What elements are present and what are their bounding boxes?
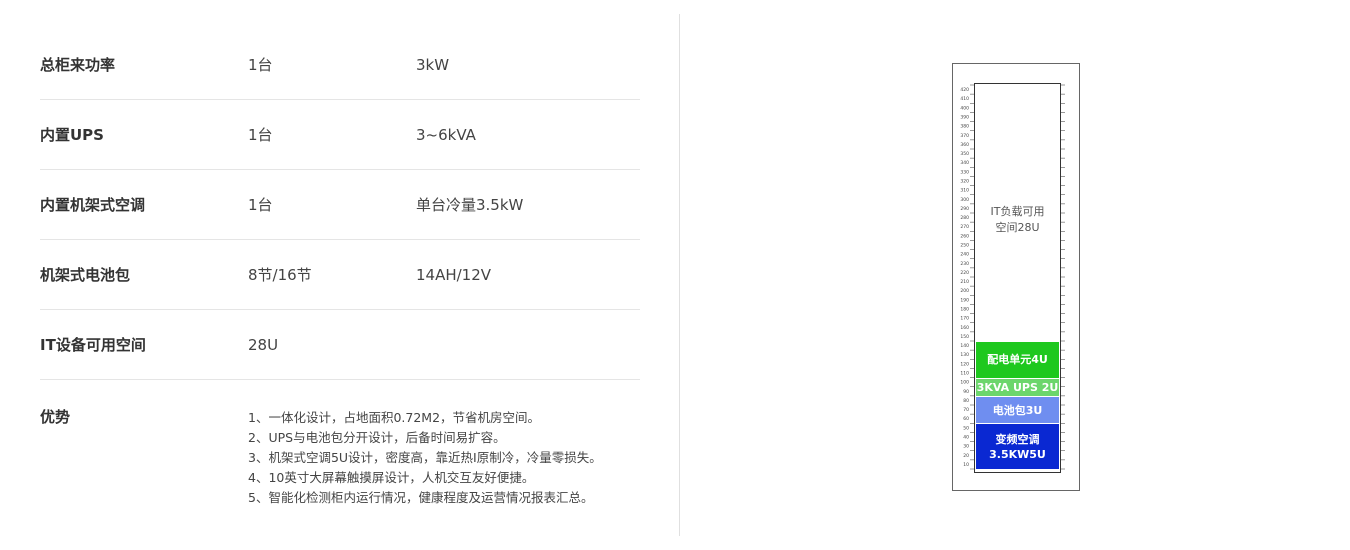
- scale-label: 310: [960, 188, 969, 194]
- scale-label: 340: [960, 160, 969, 166]
- spec-row-battery: 机架式电池包 8节/16节 14AH/12V: [40, 240, 640, 310]
- spec-row-aircon: 内置机架式空调 1台 单台冷量3.5kW: [40, 170, 640, 240]
- spec-name: IT设备可用空间: [40, 336, 146, 354]
- spec-value: 14AH/12V: [416, 266, 492, 284]
- spec-name: 总柜来功率: [40, 56, 116, 74]
- spec-value: 3kW: [416, 56, 450, 74]
- free-space-line2: 空间28U: [995, 221, 1040, 234]
- list-item: 4、10英寸大屏幕触摸屏设计，人机交互友好便捷。: [248, 470, 535, 485]
- scale-label: 290: [960, 206, 969, 212]
- scale-label: 120: [960, 361, 969, 367]
- spec-table: 总柜来功率 1台 3kW 内置UPS 1台 3~6kVA 内置机架式空调 1台 …: [40, 30, 640, 520]
- rack-cabinet: IT负载可用 空间28U 配电单元4U 3KVA UPS 2U 电池包3U 变频…: [974, 83, 1061, 473]
- module-aircon: 变频空调 3.5KW5U: [976, 424, 1059, 469]
- scale-label: 60: [963, 416, 969, 422]
- scale-label: 400: [960, 105, 969, 111]
- module-ups: 3KVA UPS 2U: [976, 378, 1059, 396]
- scale-label: 230: [960, 261, 969, 267]
- scale-label: 80: [963, 398, 969, 404]
- scale-label: 10: [963, 462, 969, 468]
- scale-label: 170: [960, 316, 969, 322]
- spec-name: 机架式电池包: [40, 266, 131, 284]
- list-item: 5、智能化检测柜内运行情况，健康程度及运营情况报表汇总。: [248, 490, 594, 505]
- scale-label: 90: [963, 389, 969, 395]
- spec-qty: 1台: [248, 196, 273, 214]
- module-label-2: 3.5KW5U: [989, 447, 1046, 461]
- scale-label: 270: [960, 224, 969, 230]
- spec-name: 内置机架式空调: [40, 196, 146, 214]
- scale-label: 330: [960, 169, 969, 175]
- scale-label: 200: [960, 288, 969, 294]
- cabinet-diagram: 420 410 400 390 380 370 360 350 340 330 320 310 300 2…: [952, 63, 1080, 491]
- scale-label: 110: [960, 371, 969, 377]
- scale-label: 370: [960, 133, 969, 139]
- scale-label: 70: [963, 407, 969, 413]
- scale-label: 160: [960, 325, 969, 331]
- scale-label: 240: [960, 252, 969, 258]
- scale-label: 150: [960, 334, 969, 340]
- scale-label: 220: [960, 270, 969, 276]
- scale-label: 260: [960, 233, 969, 239]
- spec-qty: 28U: [248, 336, 279, 354]
- scale-label: 410: [960, 96, 969, 102]
- scale-label: 280: [960, 215, 969, 221]
- scale-label: 180: [960, 307, 969, 313]
- scale-label: 140: [960, 343, 969, 349]
- scale-label: 420: [960, 87, 969, 93]
- scale-label: 210: [960, 279, 969, 285]
- scale-label: 30: [963, 444, 969, 450]
- scale-label: 360: [960, 142, 969, 148]
- advantages-section: 优势 1、一体化设计，占地面积0.72M2，节省机房空间。 2、UPS与电池包分…: [40, 380, 640, 520]
- list-item: 1、一体化设计，占地面积0.72M2，节省机房空间。: [248, 410, 541, 425]
- spec-value: 单台冷量3.5kW: [416, 196, 524, 214]
- advantages-title: 优势: [40, 408, 71, 426]
- scale-label: 300: [960, 197, 969, 203]
- free-space-line1: IT负载可用: [990, 205, 1045, 218]
- spec-row-power: 总柜来功率 1台 3kW: [40, 30, 640, 100]
- scale-label: 20: [963, 453, 969, 459]
- scale-label: 250: [960, 243, 969, 249]
- scale-label: 380: [960, 124, 969, 130]
- scale-label: 320: [960, 179, 969, 185]
- spec-name: 内置UPS: [40, 126, 104, 144]
- scale-label: 50: [963, 425, 969, 431]
- free-space-label: IT负载可用 空间28U: [975, 204, 1060, 236]
- spec-qty: 1台: [248, 126, 273, 144]
- module-label: 变频空调: [995, 432, 1040, 446]
- scale-label: 100: [960, 380, 969, 386]
- vertical-divider: [679, 14, 680, 536]
- module-battery: 电池包3U: [976, 396, 1059, 424]
- module-label: 配电单元4U: [987, 353, 1048, 367]
- scale-label: 40: [963, 435, 969, 441]
- list-item: 3、机架式空调5U设计，密度高，靠近热I原制冷，冷量零损失。: [248, 450, 602, 465]
- module-label: 电池包3U: [992, 403, 1043, 417]
- scale-label: 390: [960, 115, 969, 121]
- scale-label: 350: [960, 151, 969, 157]
- spec-qty: 8节/16节: [248, 266, 312, 284]
- module-power-distribution: 配电单元4U: [976, 342, 1059, 378]
- spec-row-ups: 内置UPS 1台 3~6kVA: [40, 100, 640, 170]
- scale-label: 130: [960, 352, 969, 358]
- spec-value: 3~6kVA: [416, 126, 476, 144]
- scale-label: 190: [960, 297, 969, 303]
- list-item: 2、UPS与电池包分开设计，后备时间易扩容。: [248, 430, 506, 445]
- advantages-list: 1、一体化设计，占地面积0.72M2，节省机房空间。 2、UPS与电池包分开设计…: [248, 408, 602, 508]
- spec-qty: 1台: [248, 56, 273, 74]
- module-label: 3KVA UPS 2U: [976, 380, 1059, 394]
- spec-row-it-space: IT设备可用空间 28U: [40, 310, 640, 380]
